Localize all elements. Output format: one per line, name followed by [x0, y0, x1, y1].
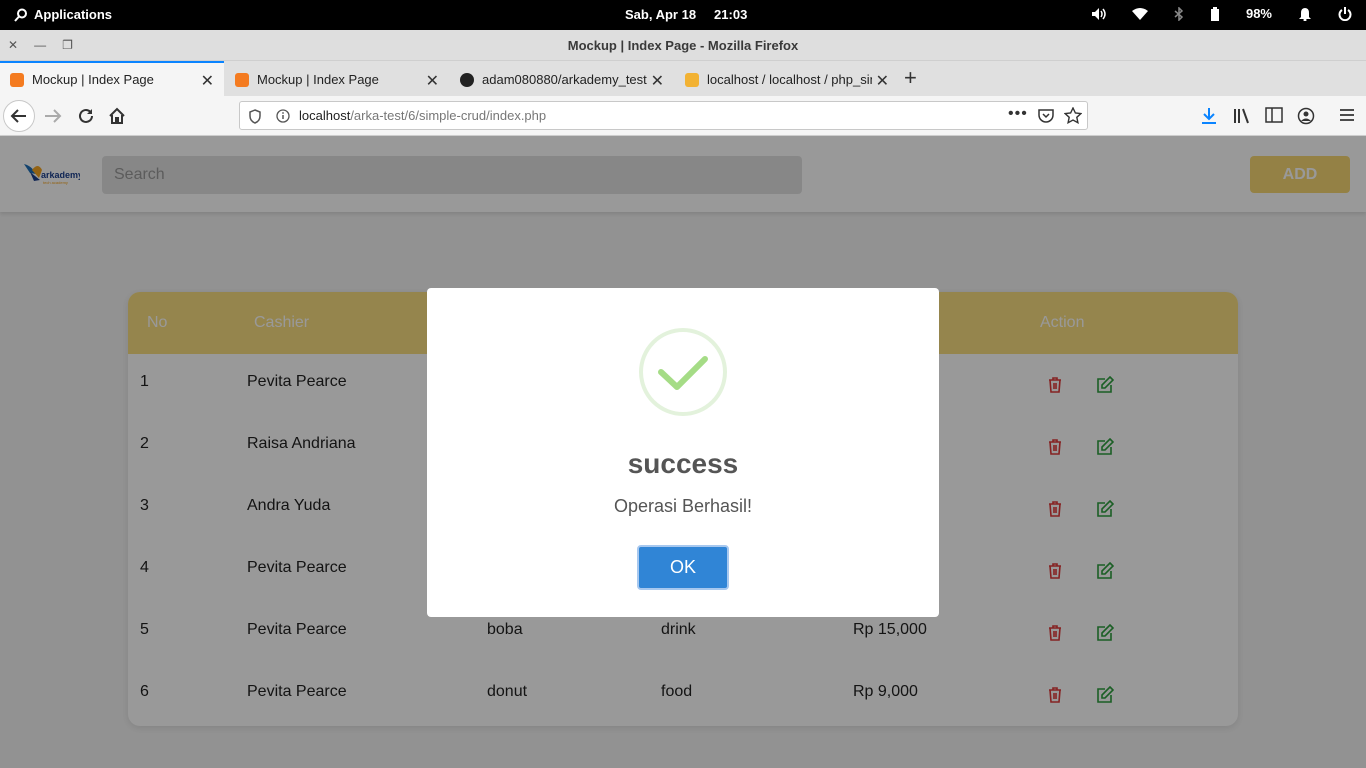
reload-icon[interactable] [77, 107, 95, 125]
dialog-title: success [627, 448, 739, 479]
window-title-bar: ✕ — ❐ Mockup | Index Page - Mozilla Fire… [0, 30, 1366, 61]
close-tab-icon[interactable]: ✕ [201, 71, 214, 91]
tab-label: Mockup | Index Page [32, 72, 154, 87]
home-icon[interactable] [108, 107, 126, 125]
sidebar-icon[interactable] [1265, 107, 1283, 123]
account-icon[interactable] [1297, 107, 1315, 125]
tab-bar: Mockup | Index Page ✕ Mockup | Index Pag… [0, 61, 1366, 96]
tab-mockup-1[interactable]: Mockup | Index Page ✕ [0, 61, 224, 96]
ok-button[interactable]: OK [637, 545, 729, 590]
page-actions-menu-icon[interactable]: ••• [1008, 105, 1028, 123]
pocket-icon[interactable] [1038, 108, 1054, 123]
library-icon[interactable] [1233, 107, 1251, 125]
close-tab-icon[interactable]: ✕ [876, 71, 889, 91]
arrow-left-icon [10, 109, 26, 123]
close-tab-icon[interactable]: ✕ [651, 71, 664, 91]
notification-bell-icon[interactable] [1298, 7, 1312, 21]
tab-phpmyadmin[interactable]: localhost / localhost / php_sim ✕ [675, 63, 899, 96]
success-circle [639, 328, 727, 416]
bluetooth-icon[interactable] [1174, 6, 1184, 21]
success-dialog: success Operasi Berhasil! OK [427, 288, 939, 617]
window-title: Mockup | Index Page - Mozilla Firefox [567, 38, 799, 53]
info-icon[interactable] [276, 109, 290, 123]
tab-mockup-2[interactable]: Mockup | Index Page ✕ [225, 63, 449, 96]
shield-icon[interactable] [248, 109, 262, 124]
bookmark-star-icon[interactable] [1064, 107, 1082, 124]
back-button[interactable] [3, 100, 35, 132]
applications-menu[interactable]: Applications [14, 7, 112, 22]
hamburger-menu-icon[interactable] [1339, 108, 1355, 122]
wifi-icon[interactable] [1131, 7, 1148, 20]
url-host: localhost [299, 108, 351, 123]
navigation-toolbar: localhost/arka-test/6/simple-crud/index.… [0, 96, 1366, 136]
clock[interactable]: Sab, Apr 18 21:03 [625, 7, 765, 22]
battery-icon[interactable] [1210, 6, 1220, 21]
applications-label: Applications [34, 7, 113, 22]
tab-label: Mockup | Index Page [257, 72, 379, 87]
date-label: Sab, Apr 18 [625, 7, 697, 22]
phpmyadmin-favicon-icon [685, 72, 699, 87]
tab-label: localhost / localhost / php_sim [707, 72, 872, 87]
forward-arrow-icon[interactable] [43, 107, 63, 125]
tab-label: adam080880/arkademy_test [482, 72, 647, 87]
url-bar[interactable]: localhost/arka-test/6/simple-crud/index.… [239, 101, 1088, 130]
os-top-bar: Applications Sab, Apr 18 21:03 98% [0, 0, 1366, 30]
search-icon [14, 8, 27, 22]
close-tab-icon[interactable]: ✕ [426, 71, 439, 91]
url-path: /arka-test/6/simple-crud/index.php [350, 108, 547, 123]
downloads-icon[interactable] [1201, 107, 1217, 125]
volume-icon[interactable] [1091, 7, 1106, 20]
tab-github[interactable]: adam080880/arkademy_test ✕ [450, 63, 674, 96]
xampp-favicon-icon [235, 72, 249, 87]
new-tab-plus-icon[interactable]: + [904, 65, 917, 91]
time-label: 21:03 [714, 7, 748, 22]
url-text: localhost/arka-test/6/simple-crud/index.… [299, 108, 546, 123]
dialog-message: Operasi Berhasil! [613, 496, 753, 516]
system-tray: 98% [1091, 6, 1352, 21]
power-icon[interactable] [1338, 6, 1352, 21]
github-favicon-icon [460, 72, 474, 87]
checkmark-icon [658, 356, 708, 390]
xampp-favicon-icon [10, 72, 24, 87]
battery-percent: 98% [1245, 6, 1272, 21]
